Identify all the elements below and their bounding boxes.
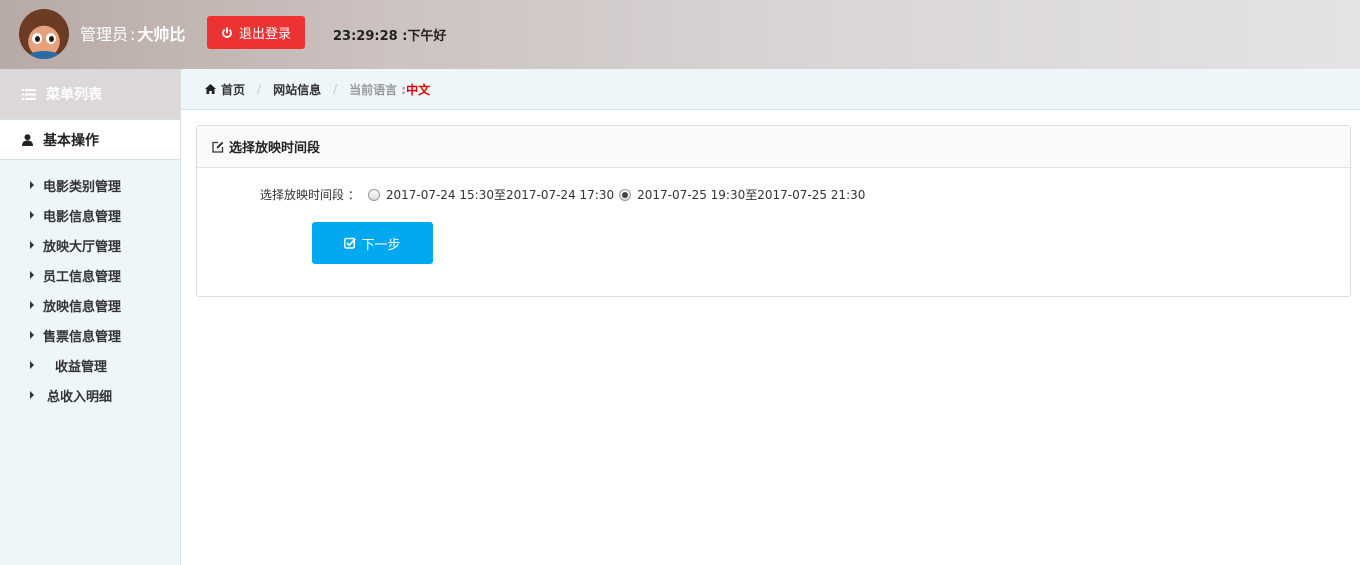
sidebar-item-screening[interactable]: 放映信息管理 bbox=[0, 290, 180, 320]
avatar-shirt bbox=[27, 51, 61, 59]
logout-button[interactable]: 退出登录 bbox=[207, 16, 305, 49]
caret-right-icon bbox=[30, 241, 34, 249]
avatar-eye-right bbox=[46, 33, 56, 44]
time-slot-field: 选择放映时间段 ： 2017-07-24 15:30至2017-07-24 17… bbox=[260, 186, 868, 203]
sidebar-item-label: 收益管理 bbox=[55, 359, 108, 375]
time-slot-radio-1[interactable] bbox=[367, 188, 380, 201]
current-language-value: 中文 bbox=[406, 82, 431, 97]
sidebar-item-total-income[interactable]: 总收入明细 bbox=[0, 380, 180, 410]
sidebar-item-label: 员工信息管理 bbox=[43, 269, 122, 285]
sidebar-item-label: 售票信息管理 bbox=[43, 329, 122, 345]
sidebar-item-label: 放映大厅管理 bbox=[43, 239, 122, 255]
admin-sep: : bbox=[130, 25, 136, 44]
edit-icon bbox=[212, 141, 224, 153]
avatar-eye-left bbox=[32, 33, 42, 44]
sidebar-item-ticket[interactable]: 售票信息管理 bbox=[0, 320, 180, 350]
time-slot-option-2: 2017-07-25 19:30至2017-07-25 21:30 bbox=[637, 188, 866, 202]
check-square-icon bbox=[344, 237, 357, 249]
next-step-label: 下一步 bbox=[361, 237, 401, 253]
sidebar-item-revenue[interactable]: 收益管理 bbox=[0, 350, 180, 380]
sidebar-item-label: 放映信息管理 bbox=[43, 299, 122, 315]
group-basic-ops[interactable]: 基本操作 bbox=[0, 119, 180, 160]
clock-time: 23:29:28 bbox=[333, 29, 398, 44]
caret-right-icon bbox=[30, 361, 34, 369]
caret-right-icon bbox=[30, 211, 34, 219]
menu-items: 电影类别管理 电影信息管理 放映大厅管理 员工信息管理 放映信息管理 售票信息管… bbox=[0, 160, 180, 410]
home-icon bbox=[205, 84, 216, 94]
admin-prefix: 管理员 bbox=[80, 25, 129, 44]
list-icon bbox=[22, 88, 36, 100]
admin-name: 大帅比 bbox=[137, 25, 186, 44]
sidebar-item-movie-category[interactable]: 电影类别管理 bbox=[0, 170, 180, 200]
caret-right-icon bbox=[30, 331, 34, 339]
group-title: 基本操作 bbox=[43, 132, 99, 149]
next-step-button[interactable]: 下一步 bbox=[312, 222, 433, 264]
sidebar-item-label: 电影信息管理 bbox=[43, 209, 122, 225]
sidebar-item-hall[interactable]: 放映大厅管理 bbox=[0, 230, 180, 260]
caret-right-icon bbox=[30, 301, 34, 309]
sidebar-item-label: 总收入明细 bbox=[47, 389, 113, 405]
current-language-label: 当前语言 : bbox=[349, 82, 407, 97]
caret-right-icon bbox=[30, 391, 34, 399]
sidebar-item-staff[interactable]: 员工信息管理 bbox=[0, 260, 180, 290]
time-slot-label: 选择放映时间段 ： bbox=[260, 188, 360, 202]
breadcrumb-site-info[interactable]: 网站信息 bbox=[273, 81, 321, 98]
menu-list-title: 菜单列表 bbox=[46, 87, 102, 103]
greeting: 下午好 bbox=[407, 29, 447, 44]
caret-right-icon bbox=[30, 271, 34, 279]
sidebar: 菜单列表 基本操作 电影类别管理 电影信息管理 放映大厅管理 员工信息管理 放映… bbox=[0, 69, 181, 565]
avatar[interactable] bbox=[19, 9, 69, 59]
power-icon bbox=[222, 26, 232, 38]
breadcrumb-divider: / bbox=[333, 82, 338, 96]
menu-list-header[interactable]: 菜单列表 bbox=[0, 69, 180, 119]
breadcrumb-divider: / bbox=[257, 82, 262, 96]
caret-right-icon bbox=[30, 181, 34, 189]
top-header: 管理员: 大帅比 退出登录 23:29:28 :下午好 bbox=[0, 0, 1360, 69]
panel-heading: 选择放映时间段 bbox=[197, 126, 1350, 168]
sidebar-item-label: 电影类别管理 bbox=[43, 179, 122, 195]
screening-time-panel: 选择放映时间段 选择放映时间段 ： 2017-07-24 15:30至2017-… bbox=[196, 125, 1351, 297]
breadcrumb-home[interactable]: 首页 bbox=[221, 81, 245, 98]
user-icon bbox=[22, 133, 33, 146]
time-slot-radio-2[interactable] bbox=[619, 188, 632, 201]
panel-title: 选择放映时间段 bbox=[229, 141, 321, 156]
breadcrumb: 首页 / 网站信息 / 当前语言 : 中文 bbox=[181, 69, 1360, 110]
sidebar-item-movie-info[interactable]: 电影信息管理 bbox=[0, 200, 180, 230]
clock: 23:29:28 :下午好 bbox=[333, 25, 446, 44]
time-slot-option-1: 2017-07-24 15:30至2017-07-24 17:30 bbox=[385, 188, 615, 202]
admin-label: 管理员: 大帅比 bbox=[80, 21, 185, 45]
logout-label: 退出登录 bbox=[238, 27, 291, 42]
